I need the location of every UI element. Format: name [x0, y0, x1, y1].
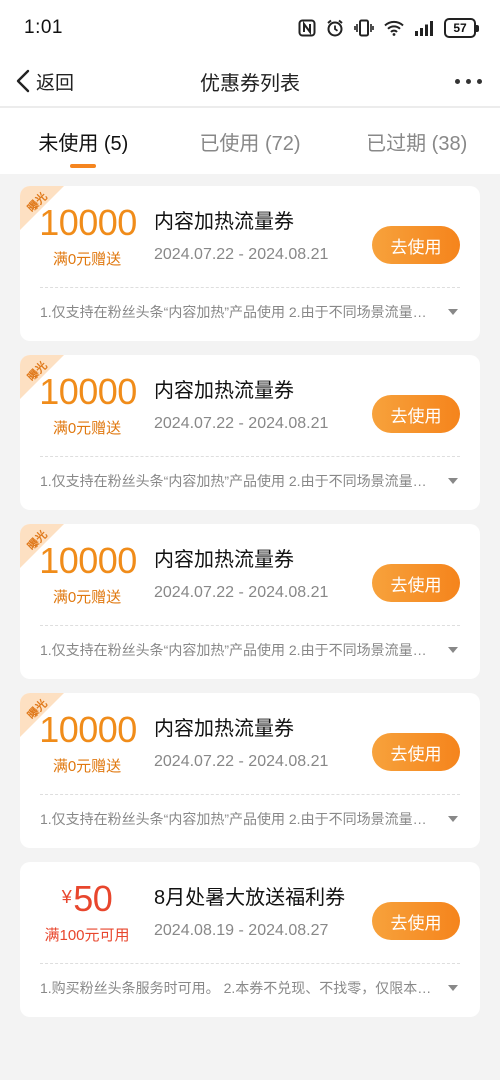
coupon-date: 2024.08.19 - 2024.08.27 [154, 922, 329, 939]
coupon-info: 内容加热流量券 2024.07.22 - 2024.08.21 [154, 546, 328, 602]
expand-arrow-icon[interactable] [448, 816, 458, 822]
back-button[interactable]: 返回 [14, 56, 74, 106]
wifi-icon [384, 18, 404, 38]
coupon-description: 1.仅支持在粉丝头条“内容加热”产品使用 2.由于不同场景流量价格不同，实际获得… [40, 473, 436, 489]
coupon-title: 8月处暑大放送福利券 [154, 887, 346, 909]
expand-arrow-icon[interactable] [448, 647, 458, 653]
coupon-title: 内容加热流量券 [154, 380, 294, 402]
amount-block: 10000 满0元赠送 [20, 198, 154, 269]
alarm-icon [326, 18, 344, 38]
coupon-info: 内容加热流量券 2024.07.22 - 2024.08.21 [154, 208, 328, 264]
coupon-description: 1.购买粉丝头条服务时可用。 2.本券不兑现、不找零，仅限本账号使用 [40, 980, 436, 996]
coupon-description: 1.仅支持在粉丝头条“内容加热”产品使用 2.由于不同场景流量价格不同，实际获得… [40, 642, 436, 658]
more-dots-icon[interactable] [455, 56, 482, 106]
coupon-title: 内容加热流量券 [154, 211, 294, 233]
expand-arrow-icon[interactable] [448, 985, 458, 991]
coupon-card: 曝光 10000 满0元赠送 内容加热流量券 2024.07.22 - 2024… [20, 355, 480, 510]
coupon-amount: 10000 [39, 371, 137, 412]
use-coupon-button[interactable]: 去使用 [372, 226, 460, 264]
coupon-amount: 10000 [39, 709, 137, 750]
coupon-info: 内容加热流量券 2024.07.22 - 2024.08.21 [154, 715, 328, 771]
coupon-date: 2024.07.22 - 2024.08.21 [154, 753, 329, 770]
dashed-divider [40, 456, 460, 457]
expand-arrow-icon[interactable] [448, 478, 458, 484]
battery-icon: 57 [444, 18, 479, 38]
amount-block: ¥50 满100元可用 [20, 874, 154, 945]
coupon-info: 内容加热流量券 2024.07.22 - 2024.08.21 [154, 377, 328, 433]
nav-bar: 返回 优惠券列表 [0, 56, 500, 106]
vibrate-icon [354, 18, 374, 38]
coupon-list: 曝光 10000 满0元赠送 内容加热流量券 2024.07.22 - 2024… [20, 186, 480, 1031]
back-label: 返回 [36, 72, 75, 94]
status-time: 1:01 [24, 17, 63, 38]
dashed-divider [40, 287, 460, 288]
expand-arrow-icon[interactable] [448, 309, 458, 315]
coupon-amount: 10000 [39, 202, 137, 243]
coupon-card: ¥50 满100元可用 8月处暑大放送福利券 2024.08.19 - 2024… [20, 862, 480, 1017]
amount-block: 10000 满0元赠送 [20, 536, 154, 607]
coupon-amount: ¥50 [61, 878, 113, 919]
coupon-condition: 满0元赠送 [52, 758, 122, 775]
dashed-divider [40, 963, 460, 964]
use-coupon-button[interactable]: 去使用 [372, 902, 460, 940]
page-title: 优惠券列表 [200, 72, 300, 95]
coupon-title: 内容加热流量券 [154, 718, 294, 740]
coupon-date: 2024.07.22 - 2024.08.21 [154, 246, 329, 263]
coupon-condition: 满100元可用 [44, 927, 130, 944]
coupon-date: 2024.07.22 - 2024.08.21 [154, 584, 329, 601]
status-bar: 1:01 57 [0, 0, 500, 56]
amount-block: 10000 满0元赠送 [20, 705, 154, 776]
tab-unused[interactable]: 未使用 (5) [0, 108, 167, 174]
status-icons: 57 [298, 18, 479, 38]
use-coupon-button[interactable]: 去使用 [372, 395, 460, 433]
coupon-condition: 满0元赠送 [52, 589, 122, 606]
coupon-date: 2024.07.22 - 2024.08.21 [154, 415, 329, 432]
dashed-divider [40, 794, 460, 795]
coupon-info: 8月处暑大放送福利券 2024.08.19 - 2024.08.27 [154, 884, 345, 940]
nfc-icon [298, 18, 316, 38]
coupon-description: 1.仅支持在粉丝头条“内容加热”产品使用 2.由于不同场景流量价格不同，实际获得… [40, 811, 436, 827]
dashed-divider [40, 625, 460, 626]
coupon-description: 1.仅支持在粉丝头条“内容加热”产品使用 2.由于不同场景流量价格不同，实际获得… [40, 304, 436, 320]
use-coupon-button[interactable]: 去使用 [372, 564, 460, 602]
tab-used[interactable]: 已使用 (72) [167, 108, 334, 174]
coupon-tabs: 未使用 (5) 已使用 (72) 已过期 (38) [0, 108, 500, 174]
coupon-card: 曝光 10000 满0元赠送 内容加热流量券 2024.07.22 - 2024… [20, 524, 480, 679]
coupon-amount: 10000 [39, 540, 137, 581]
amount-block: 10000 满0元赠送 [20, 367, 154, 438]
signal-icon [414, 18, 434, 38]
coupon-title: 内容加热流量券 [154, 549, 294, 571]
coupon-condition: 满0元赠送 [52, 420, 122, 437]
coupon-card: 曝光 10000 满0元赠送 内容加热流量券 2024.07.22 - 2024… [20, 186, 480, 341]
chevron-left-icon [16, 69, 30, 93]
coupon-condition: 满0元赠送 [52, 251, 122, 268]
coupon-card: 曝光 10000 满0元赠送 内容加热流量券 2024.07.22 - 2024… [20, 693, 480, 848]
use-coupon-button[interactable]: 去使用 [372, 733, 460, 771]
tab-expired[interactable]: 已过期 (38) [333, 108, 500, 174]
